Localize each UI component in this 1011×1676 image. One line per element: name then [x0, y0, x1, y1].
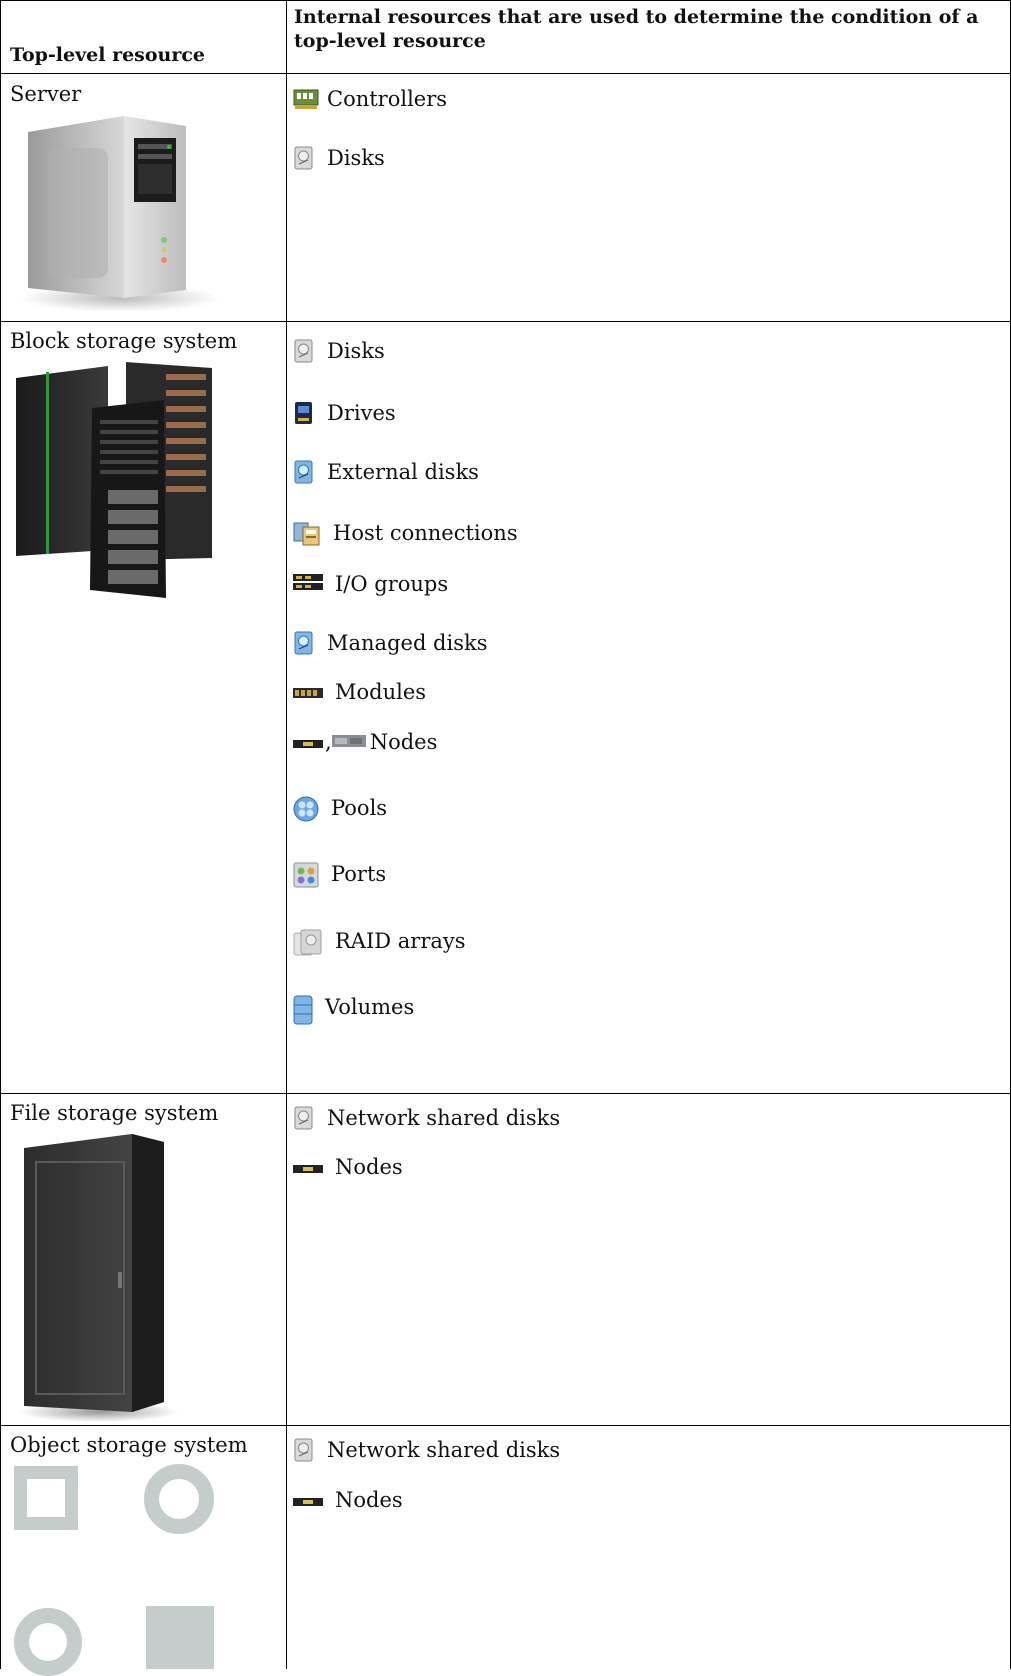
resource-server-label: Server [10, 82, 82, 106]
row-divider [0, 321, 1011, 322]
row-divider [0, 1093, 1011, 1094]
list-item: Pools [293, 791, 387, 825]
list-item: Network shared disks [293, 1101, 560, 1135]
managed-disk-icon [293, 631, 315, 655]
pool-icon [293, 796, 319, 822]
list-item: Controllers [293, 82, 447, 116]
list-item: Drives [293, 396, 396, 430]
list-item: Disks [293, 334, 385, 368]
header-internal-resources-line1: Internal resources that are used to dete… [294, 6, 979, 28]
io-group-icon [293, 572, 323, 596]
circle-outline-shape [144, 1464, 214, 1534]
node-icon [293, 1488, 323, 1512]
list-item: RAID arrays [293, 924, 466, 958]
resource-block-storage-label: Block storage system [10, 329, 238, 353]
network-shared-disk-icon [293, 1438, 315, 1462]
header-top-level-resource: Top-level resource [10, 44, 206, 66]
square-filled-shape [146, 1606, 214, 1669]
list-item: External disks [293, 455, 479, 489]
row-divider [0, 1425, 1011, 1426]
resource-file-storage-label: File storage system [10, 1101, 219, 1125]
list-item: Ports [293, 857, 386, 891]
controller-icon [293, 87, 319, 111]
node-icon [293, 730, 323, 754]
list-item: Volumes [293, 990, 414, 1025]
host-connection-icon [293, 521, 321, 546]
table-border-top [0, 0, 1011, 1]
list-item: Host connections [293, 516, 518, 550]
column-divider [286, 0, 287, 1669]
list-item: Nodes [293, 1483, 403, 1517]
header-divider [0, 73, 1011, 74]
table-border-left [0, 0, 1, 1669]
list-item: , Nodes [293, 725, 437, 759]
network-shared-disk-icon [293, 1106, 315, 1130]
list-item: Disks [293, 141, 385, 175]
module-icon [293, 680, 323, 704]
list-item: Nodes [293, 1150, 403, 1184]
header-internal-resources-line2: top-level resource [294, 30, 486, 52]
file-storage-cabinet-image [19, 1134, 179, 1422]
node-icon [293, 1155, 323, 1179]
list-item: I/O groups [293, 567, 448, 601]
list-item: Modules [293, 675, 426, 709]
disk-icon [293, 146, 315, 170]
resource-condition-table: Top-level resource Internal resources th… [0, 0, 1011, 1676]
resource-object-storage-label: Object storage system [10, 1433, 248, 1457]
port-icon [293, 862, 319, 888]
raid-array-icon [293, 929, 323, 956]
list-item: Managed disks [293, 626, 488, 660]
square-outline-shape [14, 1466, 78, 1530]
disk-icon [293, 339, 315, 363]
volume-icon [293, 995, 313, 1025]
circle-outline-shape [14, 1608, 82, 1676]
external-disk-icon [293, 460, 315, 484]
object-storage-shapes-image [14, 1464, 214, 1676]
server-tower-image [20, 116, 220, 312]
block-storage-racks-image [16, 362, 212, 598]
drive-icon [293, 401, 315, 425]
list-item: Network shared disks [293, 1433, 560, 1467]
node-alt-icon [331, 730, 366, 754]
